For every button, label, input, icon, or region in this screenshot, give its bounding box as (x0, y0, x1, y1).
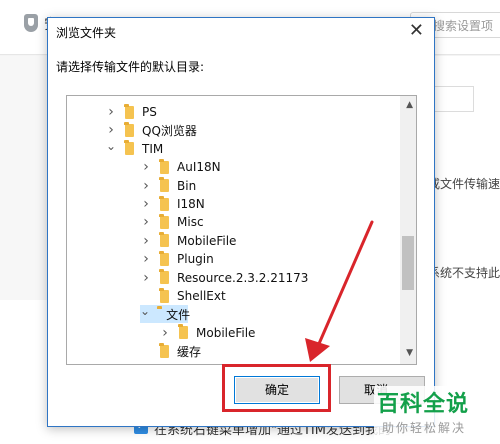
watermark-logo: 百科全说 (377, 392, 470, 417)
folder-icon (159, 269, 169, 285)
chevron-down-icon[interactable]: ⌄ (105, 139, 117, 153)
close-icon[interactable]: ✕ (409, 21, 424, 41)
folder-icon (178, 324, 188, 340)
tree-item-label: ShellExt (177, 289, 226, 303)
tree-item-label: Bin (177, 178, 197, 193)
tree-item[interactable]: › MobileFile (140, 232, 236, 250)
tree-item[interactable]: › Bin (140, 177, 196, 195)
tree-item-label: MobileFile (196, 325, 256, 340)
folder-icon (159, 250, 169, 266)
tree-item-label: PS (142, 105, 157, 119)
tree-item[interactable]: › Misc (140, 213, 204, 231)
tree-item-label: QQ浏览器 (142, 123, 197, 138)
tree-item[interactable]: › AuI18N (140, 158, 221, 176)
chevron-right-icon[interactable]: › (140, 233, 152, 249)
folder-icon (124, 103, 134, 119)
tree-item[interactable]: › MobileFile (159, 324, 255, 342)
watermark: 百科全说 助你轻松解决 (374, 386, 500, 444)
folder-icon (159, 213, 169, 229)
watermark-subtitle: 助你轻松解决 (382, 421, 467, 435)
dialog-prompt: 请选择传输文件的默认目录: (56, 60, 205, 74)
tree-item[interactable]: ⌄ TIM (105, 139, 164, 158)
background-text-unsupported: 系统不支持此选 (428, 266, 500, 280)
folder-icon (159, 158, 169, 174)
folder-icon (159, 342, 169, 358)
folder-icon (159, 177, 169, 193)
scroll-down-icon[interactable]: ▼ (406, 348, 413, 358)
background-path-field[interactable] (432, 86, 474, 112)
folder-icon (124, 140, 134, 156)
background-text-transfer-speed: 或文件传输速 (428, 177, 500, 191)
chevron-right-icon[interactable]: › (140, 196, 152, 212)
tree-item[interactable]: 缓存 (140, 342, 201, 360)
folder-icon (124, 121, 134, 137)
tree-item-label: TIM (142, 141, 164, 156)
tree-item[interactable]: › Plugin (140, 250, 214, 268)
chevron-right-icon[interactable]: › (140, 270, 152, 286)
dialog-title: 浏览文件夹 (56, 26, 117, 40)
scroll-up-icon[interactable]: ▲ (406, 100, 413, 110)
folder-icon (159, 232, 169, 248)
tree-item[interactable]: › Resource.2.3.2.21173 (140, 269, 308, 287)
tree-item-label: AuI18N (177, 160, 221, 175)
chevron-right-icon[interactable]: › (140, 251, 152, 267)
tree-item-label: 缓存 (177, 344, 202, 359)
tree-item[interactable]: › I18N (140, 195, 205, 213)
chevron-down-icon[interactable]: ⌄ (140, 304, 150, 318)
tree-item[interactable]: › QQ浏览器 (105, 121, 197, 139)
folder-tree: › PS › QQ浏览器 ⌄ TIM › AuI18N › Bin › I18N › Misc › Mobil… (66, 95, 417, 365)
tree-item[interactable]: ShellExt (140, 287, 226, 305)
dialog-titlebar[interactable]: 浏览文件夹 ✕ (48, 18, 434, 46)
chevron-right-icon[interactable]: › (140, 178, 152, 194)
tree-scrollbar[interactable]: ▲ ▼ (400, 96, 416, 364)
tree-item-label: Resource.2.3.2.21173 (177, 270, 309, 285)
shield-icon (24, 14, 38, 32)
chevron-right-icon[interactable]: › (105, 104, 117, 120)
annotation-highlight-box (222, 364, 331, 412)
scroll-thumb[interactable] (402, 236, 414, 290)
folder-icon (159, 195, 169, 211)
tree-item-label: Misc (177, 215, 204, 230)
chevron-right-icon[interactable]: › (140, 214, 152, 230)
tree-item[interactable]: ⌄ 文件 (140, 304, 191, 324)
tree-item-label: MobileFile (177, 233, 237, 248)
folder-icon (159, 287, 169, 303)
tree-item[interactable]: › PS (105, 103, 157, 121)
chevron-right-icon[interactable]: › (159, 325, 171, 341)
tree-item-label: 文件 (166, 307, 191, 322)
chevron-right-icon[interactable]: › (140, 159, 152, 175)
tree-item-label: I18N (177, 197, 205, 211)
tree-item-label: Plugin (177, 252, 214, 267)
chevron-right-icon[interactable]: › (105, 122, 117, 138)
